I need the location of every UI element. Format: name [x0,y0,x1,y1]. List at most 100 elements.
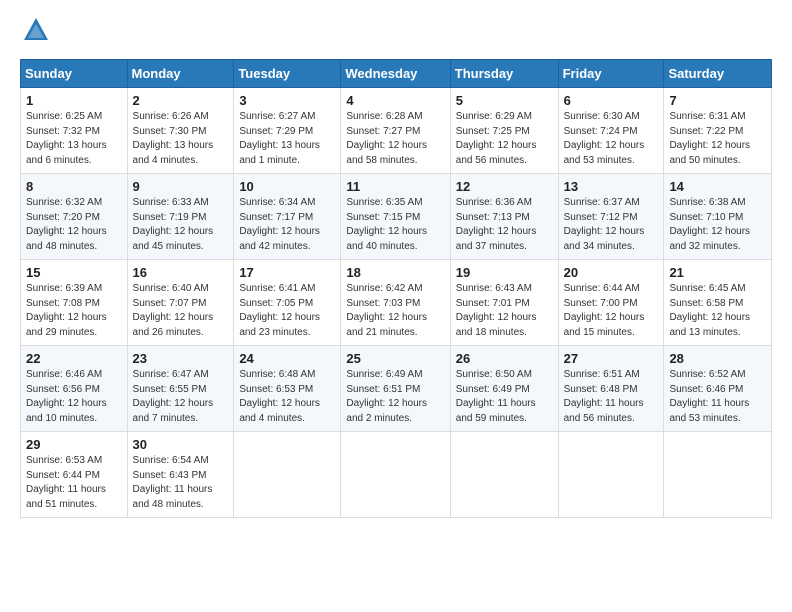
weekday-sunday: Sunday [21,60,128,88]
day-cell-24: 24 Sunrise: 6:48 AMSunset: 6:53 PMDaylig… [234,346,341,432]
day-cell-22: 22 Sunrise: 6:46 AMSunset: 6:56 PMDaylig… [21,346,128,432]
day-number: 19 [456,265,553,280]
day-cell-21: 21 Sunrise: 6:45 AMSunset: 6:58 PMDaylig… [664,260,772,346]
day-info: Sunrise: 6:43 AMSunset: 7:01 PMDaylight:… [456,283,537,338]
day-number: 14 [669,179,766,194]
day-cell-11: 11 Sunrise: 6:35 AMSunset: 7:15 PMDaylig… [341,174,450,260]
day-cell-6: 6 Sunrise: 6:30 AMSunset: 7:24 PMDayligh… [558,88,664,174]
day-number: 27 [564,351,659,366]
day-cell-17: 17 Sunrise: 6:41 AMSunset: 7:05 PMDaylig… [234,260,341,346]
day-info: Sunrise: 6:47 AMSunset: 6:55 PMDaylight:… [133,369,214,424]
day-number: 28 [669,351,766,366]
day-number: 6 [564,93,659,108]
page: SundayMondayTuesdayWednesdayThursdayFrid… [0,0,792,612]
day-cell-14: 14 Sunrise: 6:38 AMSunset: 7:10 PMDaylig… [664,174,772,260]
day-number: 11 [346,179,444,194]
day-cell-30: 30 Sunrise: 6:54 AMSunset: 6:43 PMDaylig… [127,432,234,518]
day-number: 18 [346,265,444,280]
empty-cell [558,432,664,518]
day-info: Sunrise: 6:39 AMSunset: 7:08 PMDaylight:… [26,283,107,338]
day-info: Sunrise: 6:49 AMSunset: 6:51 PMDaylight:… [346,369,427,424]
day-info: Sunrise: 6:54 AMSunset: 6:43 PMDaylight:… [133,455,213,510]
day-cell-18: 18 Sunrise: 6:42 AMSunset: 7:03 PMDaylig… [341,260,450,346]
week-row-5: 29 Sunrise: 6:53 AMSunset: 6:44 PMDaylig… [21,432,772,518]
header [20,16,772,49]
day-cell-27: 27 Sunrise: 6:51 AMSunset: 6:48 PMDaylig… [558,346,664,432]
day-info: Sunrise: 6:44 AMSunset: 7:00 PMDaylight:… [564,283,645,338]
day-info: Sunrise: 6:51 AMSunset: 6:48 PMDaylight:… [564,369,644,424]
day-info: Sunrise: 6:28 AMSunset: 7:27 PMDaylight:… [346,111,427,166]
day-info: Sunrise: 6:41 AMSunset: 7:05 PMDaylight:… [239,283,320,338]
day-info: Sunrise: 6:37 AMSunset: 7:12 PMDaylight:… [564,197,645,252]
weekday-saturday: Saturday [664,60,772,88]
day-info: Sunrise: 6:34 AMSunset: 7:17 PMDaylight:… [239,197,320,252]
day-info: Sunrise: 6:38 AMSunset: 7:10 PMDaylight:… [669,197,750,252]
day-number: 5 [456,93,553,108]
day-number: 4 [346,93,444,108]
day-info: Sunrise: 6:31 AMSunset: 7:22 PMDaylight:… [669,111,750,166]
day-cell-10: 10 Sunrise: 6:34 AMSunset: 7:17 PMDaylig… [234,174,341,260]
day-number: 17 [239,265,335,280]
day-info: Sunrise: 6:27 AMSunset: 7:29 PMDaylight:… [239,111,320,166]
day-number: 30 [133,437,229,452]
day-cell-29: 29 Sunrise: 6:53 AMSunset: 6:44 PMDaylig… [21,432,128,518]
week-row-2: 8 Sunrise: 6:32 AMSunset: 7:20 PMDayligh… [21,174,772,260]
weekday-header-row: SundayMondayTuesdayWednesdayThursdayFrid… [21,60,772,88]
day-cell-28: 28 Sunrise: 6:52 AMSunset: 6:46 PMDaylig… [664,346,772,432]
day-cell-20: 20 Sunrise: 6:44 AMSunset: 7:00 PMDaylig… [558,260,664,346]
day-number: 9 [133,179,229,194]
day-cell-2: 2 Sunrise: 6:26 AMSunset: 7:30 PMDayligh… [127,88,234,174]
day-number: 23 [133,351,229,366]
weekday-monday: Monday [127,60,234,88]
day-cell-26: 26 Sunrise: 6:50 AMSunset: 6:49 PMDaylig… [450,346,558,432]
day-cell-4: 4 Sunrise: 6:28 AMSunset: 7:27 PMDayligh… [341,88,450,174]
day-number: 3 [239,93,335,108]
day-number: 10 [239,179,335,194]
day-info: Sunrise: 6:29 AMSunset: 7:25 PMDaylight:… [456,111,537,166]
day-number: 22 [26,351,122,366]
day-cell-19: 19 Sunrise: 6:43 AMSunset: 7:01 PMDaylig… [450,260,558,346]
day-info: Sunrise: 6:45 AMSunset: 6:58 PMDaylight:… [669,283,750,338]
day-info: Sunrise: 6:36 AMSunset: 7:13 PMDaylight:… [456,197,537,252]
day-cell-5: 5 Sunrise: 6:29 AMSunset: 7:25 PMDayligh… [450,88,558,174]
day-number: 24 [239,351,335,366]
calendar-table: SundayMondayTuesdayWednesdayThursdayFrid… [20,59,772,518]
empty-cell [664,432,772,518]
weekday-tuesday: Tuesday [234,60,341,88]
day-info: Sunrise: 6:50 AMSunset: 6:49 PMDaylight:… [456,369,536,424]
day-number: 21 [669,265,766,280]
day-info: Sunrise: 6:32 AMSunset: 7:20 PMDaylight:… [26,197,107,252]
day-info: Sunrise: 6:33 AMSunset: 7:19 PMDaylight:… [133,197,214,252]
day-cell-1: 1 Sunrise: 6:25 AMSunset: 7:32 PMDayligh… [21,88,128,174]
empty-cell [450,432,558,518]
day-info: Sunrise: 6:30 AMSunset: 7:24 PMDaylight:… [564,111,645,166]
day-cell-13: 13 Sunrise: 6:37 AMSunset: 7:12 PMDaylig… [558,174,664,260]
day-cell-12: 12 Sunrise: 6:36 AMSunset: 7:13 PMDaylig… [450,174,558,260]
day-number: 2 [133,93,229,108]
day-cell-25: 25 Sunrise: 6:49 AMSunset: 6:51 PMDaylig… [341,346,450,432]
day-number: 26 [456,351,553,366]
week-row-1: 1 Sunrise: 6:25 AMSunset: 7:32 PMDayligh… [21,88,772,174]
day-info: Sunrise: 6:48 AMSunset: 6:53 PMDaylight:… [239,369,320,424]
day-info: Sunrise: 6:52 AMSunset: 6:46 PMDaylight:… [669,369,749,424]
day-cell-9: 9 Sunrise: 6:33 AMSunset: 7:19 PMDayligh… [127,174,234,260]
day-info: Sunrise: 6:42 AMSunset: 7:03 PMDaylight:… [346,283,427,338]
day-cell-15: 15 Sunrise: 6:39 AMSunset: 7:08 PMDaylig… [21,260,128,346]
empty-cell [234,432,341,518]
day-cell-8: 8 Sunrise: 6:32 AMSunset: 7:20 PMDayligh… [21,174,128,260]
week-row-4: 22 Sunrise: 6:46 AMSunset: 6:56 PMDaylig… [21,346,772,432]
day-info: Sunrise: 6:26 AMSunset: 7:30 PMDaylight:… [133,111,214,166]
day-cell-7: 7 Sunrise: 6:31 AMSunset: 7:22 PMDayligh… [664,88,772,174]
day-cell-16: 16 Sunrise: 6:40 AMSunset: 7:07 PMDaylig… [127,260,234,346]
week-row-3: 15 Sunrise: 6:39 AMSunset: 7:08 PMDaylig… [21,260,772,346]
day-info: Sunrise: 6:53 AMSunset: 6:44 PMDaylight:… [26,455,106,510]
logo-icon [22,16,50,44]
day-number: 16 [133,265,229,280]
day-number: 12 [456,179,553,194]
day-number: 1 [26,93,122,108]
day-number: 15 [26,265,122,280]
day-cell-23: 23 Sunrise: 6:47 AMSunset: 6:55 PMDaylig… [127,346,234,432]
empty-cell [341,432,450,518]
logo [20,16,50,49]
day-number: 13 [564,179,659,194]
